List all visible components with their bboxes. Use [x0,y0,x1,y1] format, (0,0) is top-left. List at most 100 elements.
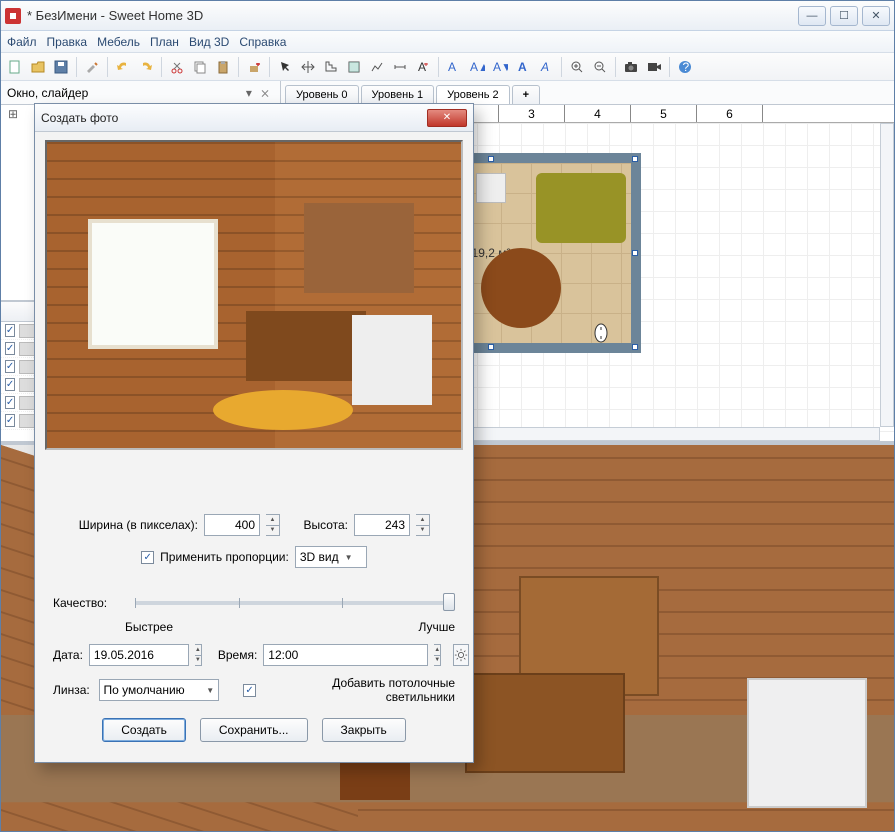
create-polylines-icon[interactable] [367,57,387,77]
level-tab-0[interactable]: Уровень 0 [285,85,359,104]
create-rooms-icon[interactable] [344,57,364,77]
sun-icon[interactable] [453,644,469,666]
armchair-3d [747,678,867,808]
plan-scale-icon[interactable]: A [444,57,464,77]
dialog-titlebar[interactable]: Создать фото ✕ [35,104,473,132]
zoom-out-icon[interactable] [590,57,610,77]
undo-icon[interactable] [113,57,133,77]
save-button[interactable]: Сохранить... [200,718,308,742]
svg-text:▲: ▲ [478,60,485,74]
redo-icon[interactable] [136,57,156,77]
quality-label: Качество: [53,596,123,610]
close-window-button[interactable]: ✕ [862,6,890,26]
create-walls-icon[interactable] [321,57,341,77]
checkbox-icon[interactable]: ✓ [5,360,15,373]
dialog-close-button[interactable]: ✕ [427,109,467,127]
spinner-down-icon: ▼ [416,526,429,536]
preferences-icon[interactable] [82,57,102,77]
new-file-icon[interactable] [5,57,25,77]
plan-armchair-furniture[interactable] [476,173,506,203]
width-input[interactable] [204,514,260,536]
vertical-scrollbar[interactable] [880,123,894,427]
increase-text-icon[interactable]: A▲ [467,57,487,77]
spinner-up-icon: ▲ [266,515,279,526]
menu-edit[interactable]: Правка [47,35,88,49]
create-dimensions-icon[interactable] [390,57,410,77]
checkbox-icon[interactable]: ✓ [5,396,15,409]
date-label: Дата: [53,648,83,662]
save-icon[interactable] [51,57,71,77]
spinner-down-icon: ▼ [195,656,201,666]
spinner-up-icon: ▲ [195,645,201,656]
dialog-title: Создать фото [41,111,427,125]
maximize-button[interactable]: ☐ [830,6,858,26]
spinner-up-icon: ▲ [416,515,429,526]
menu-furniture[interactable]: Мебель [97,35,140,49]
date-input[interactable] [89,644,189,666]
copy-icon[interactable] [190,57,210,77]
quality-thumb[interactable] [443,593,455,611]
width-spinner[interactable]: ▲▼ [266,514,280,536]
checkbox-icon[interactable]: ✓ [5,414,15,427]
svg-text:A: A [448,60,456,74]
camera-icon[interactable] [591,323,611,343]
minimize-button[interactable]: — [798,6,826,26]
ceiling-lights-checkbox[interactable]: ✓ [243,684,256,697]
quality-better-label: Лучше [418,620,455,634]
lens-select[interactable]: По умолчанию▼ [99,679,220,701]
checkbox-icon[interactable]: ✓ [5,324,15,337]
menu-view3d[interactable]: Вид 3D [189,35,229,49]
height-spinner[interactable]: ▲▼ [416,514,430,536]
spinner-up-icon: ▲ [434,645,440,656]
add-furniture-icon[interactable] [244,57,264,77]
plan-sofa-furniture[interactable] [536,173,626,243]
create-photo-icon[interactable] [621,57,641,77]
ceiling-lights-label: Добавить потолочные светильники [262,676,455,704]
select-icon[interactable] [275,57,295,77]
menu-plan[interactable]: План [150,35,179,49]
photo-preview [45,140,463,450]
menu-help[interactable]: Справка [239,35,286,49]
svg-text:A: A [493,60,501,74]
create-text-icon[interactable]: A [413,57,433,77]
close-button[interactable]: Закрыть [322,718,406,742]
time-spinner[interactable]: ▲▼ [434,644,441,666]
zoom-in-icon[interactable] [567,57,587,77]
menu-file[interactable]: Файл [7,35,37,49]
titlebar[interactable]: * БезИмени - Sweet Home 3D — ☐ ✕ [1,1,894,31]
toolbar: A A A▲ A▼ A A ? [1,53,894,81]
add-level-button[interactable]: + [512,85,540,104]
level-tab-1[interactable]: Уровень 1 [361,85,435,104]
time-input[interactable] [263,644,428,666]
paste-icon[interactable] [213,57,233,77]
svg-text:A: A [470,60,478,74]
bold-icon[interactable]: A [513,57,533,77]
level-tab-2[interactable]: Уровень 2 [436,85,510,104]
create-video-icon[interactable] [644,57,664,77]
clear-filter-icon[interactable]: ⨯ [256,86,274,100]
date-spinner[interactable]: ▲▼ [195,644,202,666]
checkbox-icon[interactable]: ✓ [5,342,15,355]
spinner-down-icon: ▼ [434,656,440,666]
tree-expand-icon[interactable]: ⊞ [7,107,19,121]
height-input[interactable] [354,514,410,536]
svg-text:▼: ▼ [501,60,508,74]
italic-icon[interactable]: A [536,57,556,77]
create-button[interactable]: Создать [102,718,186,742]
plan-table-furniture[interactable] [481,248,561,328]
width-label: Ширина (в пикселах): [78,518,198,532]
decrease-text-icon[interactable]: A▼ [490,57,510,77]
catalog-filter-input[interactable] [7,86,242,100]
pan-icon[interactable] [298,57,318,77]
quality-slider[interactable] [135,601,449,605]
lens-label: Линза: [53,683,93,697]
desk-3d [465,673,625,773]
cut-icon[interactable] [167,57,187,77]
menubar: Файл Правка Мебель План Вид 3D Справка [1,31,894,53]
checkbox-icon[interactable]: ✓ [5,378,15,391]
chevron-down-icon[interactable]: ▾ [242,86,256,100]
open-file-icon[interactable] [28,57,48,77]
apply-ratio-checkbox[interactable]: ✓ [141,551,154,564]
help-icon[interactable]: ? [675,57,695,77]
ratio-select[interactable]: 3D вид▼ [295,546,367,568]
